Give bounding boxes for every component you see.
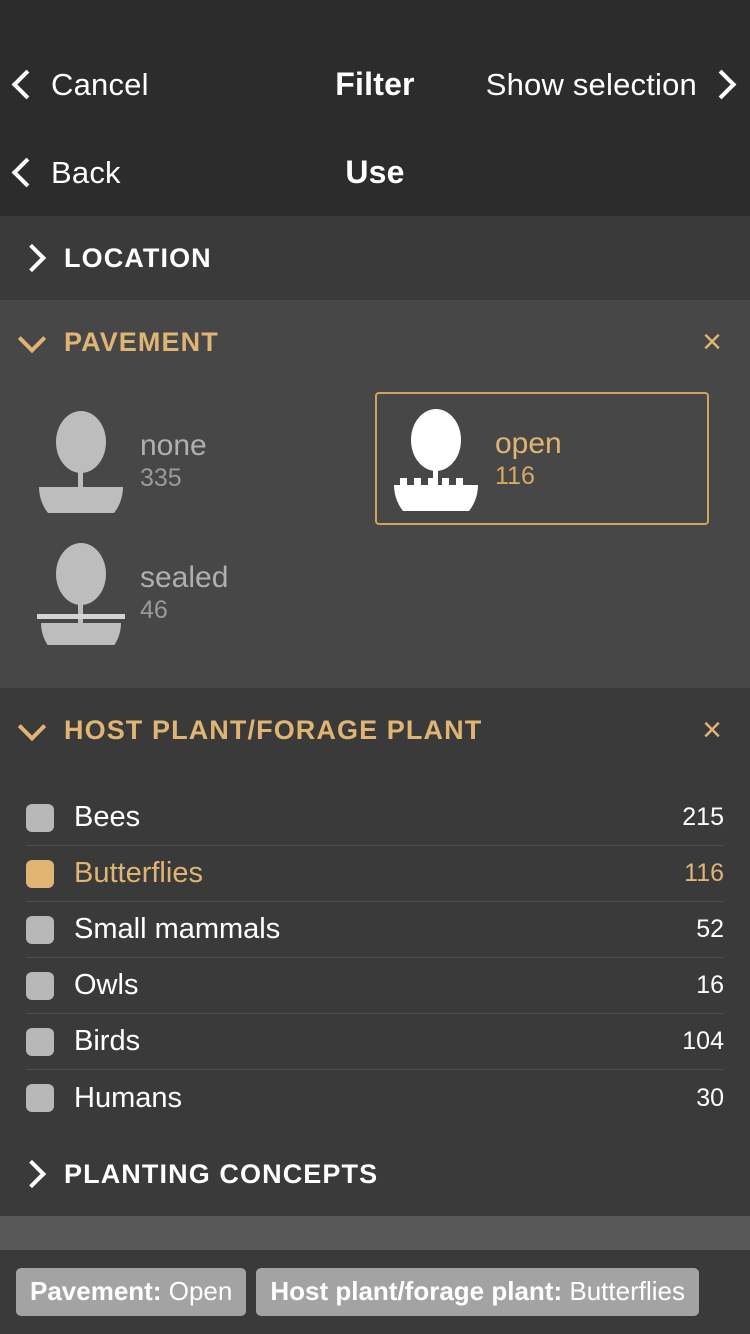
pavement-option-open[interactable]: open 116 bbox=[375, 392, 709, 525]
list-item[interactable]: Humans 30 bbox=[26, 1070, 724, 1126]
filter-chip-pavement[interactable]: Pavement: Open bbox=[16, 1268, 247, 1316]
pavement-option-count: 335 bbox=[140, 464, 182, 493]
list-item-count: 52 bbox=[696, 915, 724, 943]
list-item-count: 16 bbox=[696, 971, 724, 999]
host-plant-list: Bees 215 Butterflies 116 Small mammals 5… bbox=[0, 772, 750, 1132]
close-icon[interactable]: × bbox=[698, 319, 726, 365]
pavement-option-none[interactable]: none 335 bbox=[22, 398, 352, 523]
section-header-pavement[interactable]: PAVEMENT × bbox=[0, 300, 750, 384]
list-item-label: Birds bbox=[74, 1025, 141, 1057]
show-selection-label: Show selection bbox=[485, 66, 697, 102]
pavement-option-count: 46 bbox=[140, 596, 168, 625]
back-button[interactable]: Back bbox=[11, 154, 121, 190]
checkbox[interactable] bbox=[26, 803, 54, 832]
list-item-label: Bees bbox=[74, 801, 141, 833]
pavement-option-label: open bbox=[495, 426, 562, 460]
chevron-left-icon bbox=[11, 157, 42, 187]
filter-sections: LOCATION PAVEMENT × none 335 open 116 se… bbox=[0, 216, 750, 1250]
close-icon[interactable]: × bbox=[698, 707, 726, 753]
pavement-option-label: none bbox=[140, 428, 207, 462]
status-bar bbox=[0, 0, 750, 40]
checkbox[interactable] bbox=[26, 971, 54, 1000]
tree-sealed-base-icon bbox=[22, 541, 140, 645]
chevron-down-icon bbox=[17, 712, 64, 743]
list-item-label: Small mammals bbox=[74, 913, 281, 945]
list-item[interactable]: Birds 104 bbox=[26, 1014, 724, 1070]
tree-plain-base-icon bbox=[22, 409, 140, 513]
section-title-pavement: PAVEMENT bbox=[64, 326, 219, 357]
section-title-host-plant: HOST PLANT/FORAGE PLANT bbox=[64, 714, 483, 745]
cancel-label: Cancel bbox=[51, 66, 149, 102]
filter-chip-prefix: Host plant/forage plant: bbox=[270, 1276, 563, 1307]
section-title-planting-concepts: PLANTING CONCEPTS bbox=[64, 1158, 379, 1189]
filter-chip-host-plant[interactable]: Host plant/forage plant: Butterflies bbox=[256, 1268, 699, 1316]
list-item-count: 104 bbox=[682, 1027, 724, 1055]
chevron-right-icon bbox=[706, 69, 737, 99]
list-item[interactable]: Bees 215 bbox=[26, 790, 724, 846]
list-item-count: 215 bbox=[682, 803, 724, 831]
pavement-option-sealed[interactable]: sealed 46 bbox=[22, 530, 352, 655]
list-item[interactable]: Butterflies 116 bbox=[26, 846, 724, 902]
chevron-right-icon bbox=[17, 243, 64, 273]
section-header-location[interactable]: LOCATION bbox=[0, 216, 750, 300]
checkbox[interactable] bbox=[26, 1084, 54, 1112]
filter-screen: Cancel Filter Show selection Back Use LO… bbox=[0, 0, 750, 1334]
checkbox[interactable] bbox=[26, 915, 54, 944]
list-item[interactable]: Small mammals 52 bbox=[26, 902, 724, 958]
active-filter-chips: Pavement: Open Host plant/forage plant: … bbox=[0, 1250, 750, 1334]
section-header-host-plant[interactable]: HOST PLANT/FORAGE PLANT × bbox=[0, 688, 750, 772]
list-item[interactable]: Owls 16 bbox=[26, 958, 724, 1014]
filter-chip-value: Open bbox=[168, 1276, 233, 1307]
list-item-count: 30 bbox=[696, 1083, 724, 1112]
empty-panel bbox=[0, 1216, 750, 1250]
pavement-option-label: sealed bbox=[140, 560, 229, 594]
list-item-label: Owls bbox=[74, 969, 139, 1001]
section-header-planting-concepts[interactable]: PLANTING CONCEPTS bbox=[0, 1132, 750, 1216]
pavement-options: none 335 open 116 sealed 46 bbox=[0, 384, 750, 688]
filter-chip-prefix: Pavement: bbox=[30, 1276, 162, 1307]
list-item-label: Humans bbox=[74, 1081, 182, 1114]
chevron-left-icon bbox=[11, 69, 42, 99]
checkbox[interactable] bbox=[26, 1027, 54, 1056]
chevron-right-icon bbox=[17, 1159, 64, 1189]
list-item-count: 116 bbox=[684, 859, 724, 887]
show-selection-button[interactable]: Show selection bbox=[485, 66, 737, 102]
filter-chip-value: Butterflies bbox=[569, 1276, 685, 1307]
secondary-navbar: Back Use bbox=[0, 128, 750, 216]
section-title-location: LOCATION bbox=[64, 242, 212, 273]
cancel-button[interactable]: Cancel bbox=[11, 66, 149, 102]
chevron-down-icon bbox=[17, 324, 64, 355]
pavement-option-count: 116 bbox=[495, 462, 535, 491]
primary-navbar: Cancel Filter Show selection bbox=[0, 40, 750, 128]
checkbox[interactable] bbox=[26, 859, 54, 888]
list-item-label: Butterflies bbox=[74, 857, 203, 889]
tree-grated-base-icon bbox=[377, 407, 495, 511]
back-label: Back bbox=[51, 154, 121, 190]
